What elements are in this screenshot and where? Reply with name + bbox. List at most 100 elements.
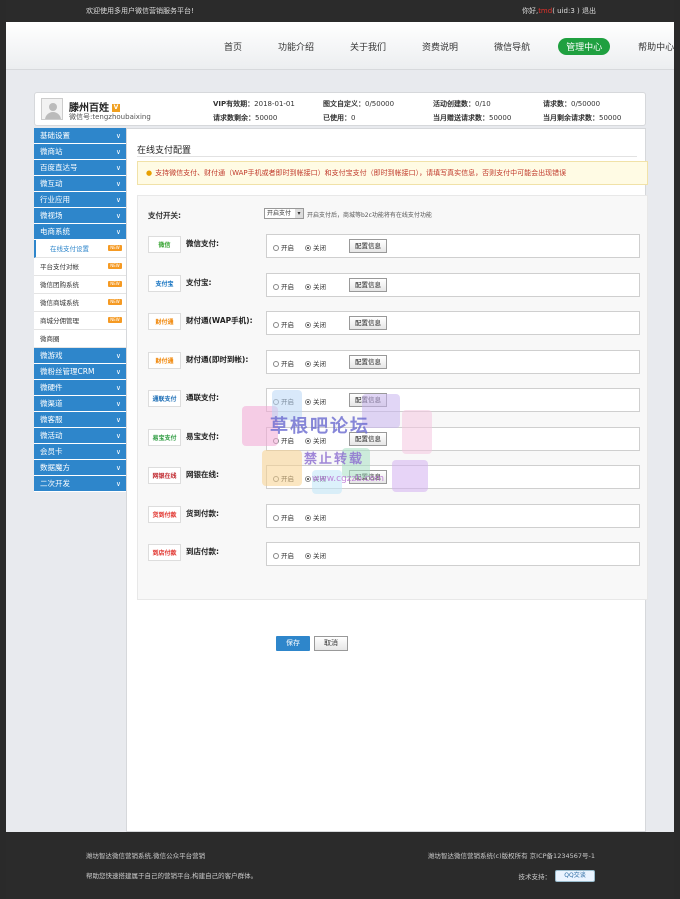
chevron-down-icon: ∨	[115, 164, 121, 172]
avatar	[41, 98, 63, 120]
sidebar-group-bottom_groups-2[interactable]: 微硬件 ∨	[34, 380, 126, 396]
nav-item-1[interactable]: 功能介绍	[270, 38, 322, 55]
payment-row-4: 通联支付 通联支付: 开启 关闭 配置信息	[138, 384, 649, 422]
sidebar-group-bottom_groups-8[interactable]: 二次开发 ∨	[34, 476, 126, 492]
sidebar-group-bottom_groups-6[interactable]: 会员卡 ∨	[34, 444, 126, 460]
config-button[interactable]: 配置信息	[349, 277, 387, 292]
radio-disable[interactable]: 关闭	[305, 396, 326, 406]
sidebar-group-bottom_groups-3[interactable]: 微渠道 ∨	[34, 396, 126, 412]
nav-item-2[interactable]: 关于我们	[342, 38, 394, 55]
radio-selected-icon	[305, 476, 311, 482]
radio-disable[interactable]: 关闭	[305, 358, 326, 368]
radio-enable[interactable]: 开启	[273, 242, 294, 252]
config-button[interactable]: 配置信息	[349, 431, 387, 446]
payment-row-1: 支付宝 支付宝: 开启 关闭 配置信息	[138, 269, 649, 307]
radio-enable[interactable]: 开启	[273, 473, 294, 483]
radio-selected-icon	[305, 283, 311, 290]
radio-disable[interactable]: 关闭	[305, 319, 326, 329]
chevron-down-icon: ∨	[115, 196, 121, 204]
radio-disable[interactable]: 关闭	[305, 281, 326, 291]
footer-slogan: 帮助您快速搭建属于自己的营销平台,构建自己的客户群体。	[86, 872, 258, 880]
new-badge: NEW	[108, 263, 122, 269]
config-button[interactable]: 配置信息	[349, 470, 387, 484]
radio-icon	[273, 399, 279, 405]
radio-disable[interactable]: 关闭	[305, 550, 326, 560]
chevron-down-icon: ∨	[115, 228, 121, 236]
sidebar-group-top_groups-5[interactable]: 微视场 ∨	[34, 208, 126, 224]
nav-item-0[interactable]: 首页	[216, 38, 250, 55]
chevron-down-icon: ∨	[115, 148, 121, 156]
payment-row-7: 货到付款 货到付款: 开启 关闭	[138, 500, 649, 538]
sidebar-group-top_groups-2[interactable]: 百度直达号 ∨	[34, 160, 126, 176]
sidebar-group-top_groups-4[interactable]: 行业应用 ∨	[34, 192, 126, 208]
sidebar-group-top_groups-1[interactable]: 微商站 ∨	[34, 144, 126, 160]
radio-enable[interactable]: 开启	[273, 396, 294, 406]
nav-item-6[interactable]: 帮助中心	[630, 38, 674, 55]
payment-options: 开启 关闭 配置信息	[266, 349, 640, 374]
radio-selected-icon	[305, 437, 311, 444]
payment-logo-icon: 通联支付	[148, 390, 181, 407]
radio-enable[interactable]: 开启	[273, 281, 294, 291]
username-link[interactable]: tmd	[538, 7, 552, 15]
radio-icon	[273, 437, 279, 444]
radio-enable[interactable]: 开启	[273, 550, 294, 560]
radio-icon	[273, 514, 279, 521]
sidebar-subitem-5[interactable]: 微商圈	[34, 330, 126, 348]
radio-enable[interactable]: 开启	[273, 358, 294, 368]
payment-name: 财付通(即时到帐):	[186, 354, 249, 364]
radio-selected-icon	[305, 399, 311, 405]
sidebar-group-top_groups-0[interactable]: 基础设置 ∨	[34, 128, 126, 144]
page-frame: 欢迎使用多用户微信营销服务平台! 你好,tmd( uid:3 ) 退出 首页 功能…	[6, 0, 674, 899]
payment-logo-icon: 网银在线	[148, 467, 181, 484]
radio-enable[interactable]: 开启	[273, 319, 294, 329]
payment-logo-icon: 微信	[148, 236, 181, 253]
chevron-down-icon: ∨	[115, 448, 121, 456]
chevron-down-icon: ∨	[115, 416, 121, 424]
footer: 潍坊智达微信营销系统,微信公众平台营销 帮助您快速搭建属于自己的营销平台,构建自…	[6, 832, 674, 899]
sidebar-group-top_groups-6[interactable]: 电商系统 ∨	[34, 224, 126, 240]
payment-options: 开启 关闭 配置信息	[266, 426, 640, 451]
radio-disable[interactable]: 关闭	[305, 473, 326, 483]
pay-switch-select[interactable]: 开启支付	[264, 208, 304, 219]
config-button[interactable]: 配置信息	[349, 239, 387, 253]
radio-icon	[273, 476, 279, 482]
sidebar-subitem-4[interactable]: 商城分佣管理 NEW	[34, 312, 126, 330]
payment-name: 网银在线:	[186, 470, 219, 479]
nav-item-3[interactable]: 资费说明	[414, 38, 466, 55]
nav-item-4[interactable]: 微信导航	[486, 38, 538, 55]
save-button[interactable]: 保存	[276, 636, 310, 651]
radio-disable[interactable]: 关闭	[305, 435, 326, 445]
radio-enable[interactable]: 开启	[273, 435, 294, 445]
payment-options: 开启 关闭 配置信息	[266, 311, 640, 335]
config-button[interactable]: 配置信息	[349, 393, 387, 407]
footer-copyright: 潍坊智达微信营销系统(c)版权所有 京ICP备1234567号-1	[427, 852, 595, 860]
radio-enable[interactable]: 开启	[273, 512, 294, 522]
qq-chat-button[interactable]: QQ交谈	[555, 870, 595, 882]
radio-disable[interactable]: 关闭	[305, 242, 326, 252]
sidebar-group-bottom_groups-1[interactable]: 微粉丝管理CRM ∨	[34, 364, 126, 380]
config-button[interactable]: 配置信息	[349, 354, 387, 369]
payment-settings-form: 支付开关: 开启支付 开启支付后，商城等b2c功能将有在线支付功能 保存 取消 …	[137, 195, 649, 651]
sidebar-group-bottom_groups-5[interactable]: 微活动 ∨	[34, 428, 126, 444]
logout-link[interactable]: 退出	[582, 7, 596, 15]
sidebar-subitem-3[interactable]: 微信商城系统 NEW	[34, 294, 126, 312]
sidebar-group-bottom_groups-0[interactable]: 微游戏 ∨	[34, 348, 126, 364]
sidebar-subitem-1[interactable]: 平台支付对帐 NEW	[34, 258, 126, 276]
radio-selected-icon	[305, 553, 311, 559]
sidebar-subitem-0[interactable]: 在线支付设置 NEW	[34, 240, 126, 258]
sidebar-group-top_groups-3[interactable]: 微互动 ∨	[34, 176, 126, 192]
payment-name: 财付通(WAP手机):	[186, 316, 253, 325]
sidebar-group-bottom_groups-4[interactable]: 微客服 ∨	[34, 412, 126, 428]
cancel-button[interactable]: 取消	[314, 636, 348, 651]
sidebar-subitem-2[interactable]: 微信团购系统 NEW	[34, 276, 126, 294]
nav-item-5[interactable]: 管理中心	[558, 38, 611, 55]
new-badge: NEW	[108, 281, 122, 287]
radio-selected-icon	[305, 245, 311, 251]
config-button[interactable]: 配置信息	[349, 316, 387, 330]
radio-disable[interactable]: 关闭	[305, 512, 326, 522]
payment-options: 开启 关闭 配置信息	[266, 234, 640, 258]
sidebar-group-bottom_groups-7[interactable]: 数据魔方 ∨	[34, 460, 126, 476]
chevron-down-icon: ∨	[115, 180, 121, 188]
radio-selected-icon	[305, 360, 311, 367]
footer-title: 潍坊智达微信营销系统,微信公众平台营销	[86, 852, 206, 860]
